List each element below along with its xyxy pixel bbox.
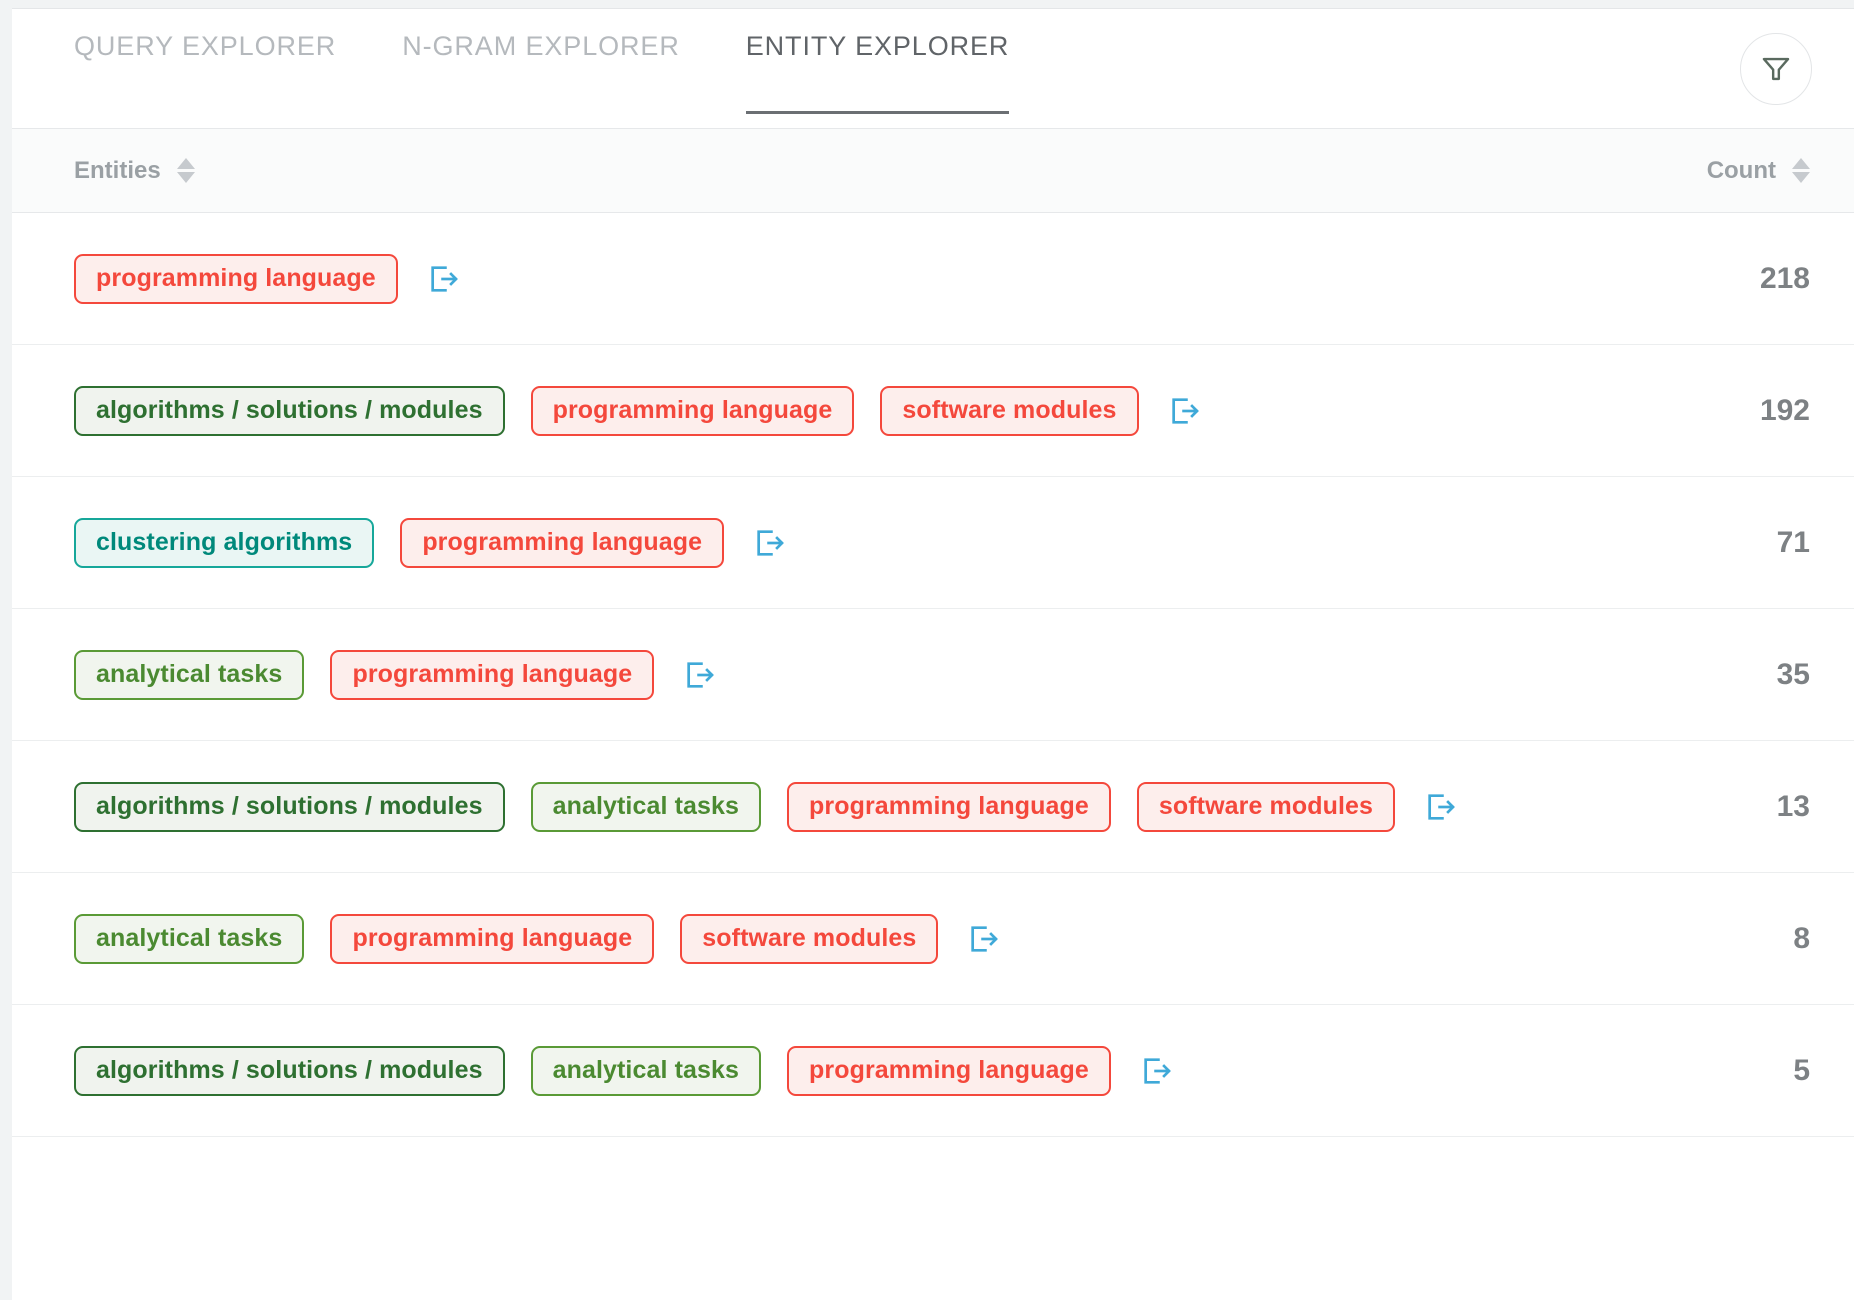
row-count-value: 218	[1759, 261, 1810, 295]
active-tab-underline	[745, 111, 1010, 114]
tab-label: ENTITY EXPLORER	[745, 31, 1010, 61]
table-row: analytical tasks programming language 35	[12, 609, 1854, 741]
entity-tag[interactable]: analytical tasks	[74, 913, 305, 964]
sort-ascending-icon	[176, 158, 195, 169]
open-external-icon[interactable]	[1137, 1051, 1177, 1091]
entity-tag[interactable]: clustering algorithms	[74, 517, 375, 568]
row-count-value: 35	[1776, 657, 1810, 691]
row-count-value: 13	[1776, 789, 1810, 823]
entity-tag[interactable]: algorithms / solutions / modules	[74, 781, 505, 832]
table-row: algorithms / solutions / modules programm…	[12, 345, 1854, 477]
sort-descending-icon	[176, 172, 195, 183]
row-entity-tags: analytical tasks programming language	[74, 626, 1690, 724]
column-header-count-label: Count	[1706, 156, 1776, 184]
entity-tag[interactable]: programming language	[787, 1045, 1111, 1096]
table-row: analytical tasks programming language soft…	[12, 873, 1854, 1005]
entity-tag[interactable]: programming language	[400, 517, 725, 568]
table-header-row: Entities Count	[12, 129, 1854, 213]
open-external-icon[interactable]	[1421, 787, 1461, 827]
entity-tag[interactable]: software modules	[1136, 781, 1395, 832]
table-row: algorithms / solutions / modules analytic…	[12, 741, 1854, 873]
explorer-tabbar: QUERY EXPLORER N-GRAM EXPLORER ENTITY EXPL…	[12, 9, 1854, 129]
open-external-icon[interactable]	[750, 523, 790, 563]
table-row: clustering algorithms programming languag…	[12, 477, 1854, 609]
entity-table-body: programming language 218 algorithms / solu…	[12, 213, 1854, 1137]
tab-n-gram-explorer[interactable]: N-GRAM EXPLORER	[402, 9, 680, 128]
tab-list: QUERY EXPLORER N-GRAM EXPLORER ENTITY EXPL…	[12, 9, 1854, 128]
entity-tag[interactable]: programming language	[74, 253, 398, 304]
open-external-icon[interactable]	[680, 655, 720, 695]
tab-query-explorer[interactable]: QUERY EXPLORER	[74, 9, 336, 128]
tab-label: QUERY EXPLORER	[74, 31, 337, 61]
row-count-value: 192	[1759, 393, 1810, 427]
entity-explorer-page: QUERY EXPLORER N-GRAM EXPLORER ENTITY EXPL…	[0, 0, 1854, 1300]
entity-tag[interactable]: programming language	[330, 913, 655, 964]
sort-descending-icon	[1792, 172, 1810, 183]
table-row: algorithms / solutions / modules analytic…	[12, 1005, 1854, 1137]
entity-tag[interactable]: software modules	[680, 913, 939, 964]
row-entity-tags: clustering algorithms programming languag…	[74, 494, 1690, 592]
filter-funnel-icon	[1759, 52, 1793, 86]
entity-tag[interactable]: algorithms / solutions / modules	[74, 385, 505, 436]
entity-tag[interactable]: analytical tasks	[530, 781, 762, 832]
row-entity-tags: algorithms / solutions / modules analytic…	[74, 1022, 1690, 1120]
entity-tag[interactable]: programming language	[530, 385, 855, 436]
column-header-count[interactable]: Count	[1707, 157, 1810, 185]
entity-tag[interactable]: programming language	[330, 649, 655, 700]
filter-button[interactable]	[1740, 32, 1812, 105]
tab-entity-explorer[interactable]: ENTITY EXPLORER	[745, 9, 1010, 128]
column-header-entities[interactable]: Entities	[74, 157, 1707, 185]
open-external-icon[interactable]	[1165, 391, 1205, 431]
sort-toggle-count-icon[interactable]	[1792, 158, 1810, 183]
row-entity-tags: algorithms / solutions / modules analytic…	[74, 758, 1690, 856]
entity-tag[interactable]: analytical tasks	[530, 1045, 762, 1096]
entity-tag[interactable]: analytical tasks	[74, 649, 305, 700]
tab-label: N-GRAM EXPLORER	[402, 31, 680, 61]
table-row: programming language 218	[12, 213, 1854, 345]
row-count-value: 8	[1793, 921, 1810, 955]
row-count-value: 71	[1776, 525, 1810, 559]
row-count-value: 5	[1793, 1053, 1810, 1087]
entity-tag[interactable]: programming language	[787, 781, 1111, 832]
entity-tag[interactable]: algorithms / solutions / modules	[74, 1045, 505, 1096]
open-external-icon[interactable]	[424, 259, 464, 299]
row-entity-tags: programming language	[74, 230, 1690, 328]
column-header-entities-label: Entities	[74, 156, 161, 184]
row-entity-tags: algorithms / solutions / modules programm…	[74, 362, 1690, 460]
row-entity-tags: analytical tasks programming language soft…	[74, 890, 1690, 988]
sort-toggle-entities-icon[interactable]	[176, 158, 195, 183]
entity-tag[interactable]: software modules	[880, 385, 1139, 436]
sort-ascending-icon	[1792, 158, 1810, 169]
open-external-icon[interactable]	[964, 919, 1004, 959]
app-content-panel: QUERY EXPLORER N-GRAM EXPLORER ENTITY EXPL…	[12, 8, 1854, 1300]
